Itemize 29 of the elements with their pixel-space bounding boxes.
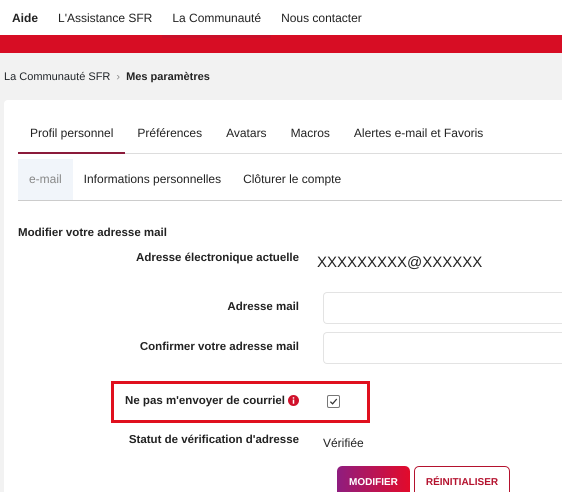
breadcrumb-link[interactable]: La Communauté SFR (4, 69, 110, 86)
modify-button[interactable]: MODIFIER (337, 466, 410, 492)
subtab[interactable]: Clôturer le compte (232, 158, 352, 200)
nav-link[interactable]: Aide (2, 0, 48, 35)
info-icon[interactable] (288, 395, 299, 406)
field-label: Confirmer votre adresse mail (140, 341, 299, 354)
checkbox[interactable] (327, 394, 340, 408)
tab[interactable]: Avatars (214, 118, 279, 152)
input-field[interactable] (323, 292, 562, 324)
reset-button[interactable]: RÉINITIALISER (414, 466, 510, 492)
nav-link[interactable]: La Communauté (162, 0, 272, 35)
subtab[interactable]: Informations personnelles (72, 158, 232, 200)
current-email: XXXXXXXXX@XXXXXX (317, 254, 482, 271)
tab[interactable]: Alertes e-mail et Favoris (342, 118, 496, 152)
field-label: Statut de vérification d'adresse (128, 434, 299, 446)
field-label: Adresse électronique actuelle (136, 252, 299, 264)
breadcrumb-current: Mes paramètres (126, 70, 210, 85)
field-label: Ne pas m'envoyer de courriel (125, 395, 285, 408)
nav-link[interactable]: L'Assistance SFR (48, 0, 162, 35)
tab[interactable]: Macros (278, 118, 342, 152)
breadcrumb-separator: › (116, 70, 120, 85)
section-title: Modifier votre adresse mail (18, 226, 168, 240)
checkmark-icon (329, 396, 338, 406)
field-label: Adresse mail (227, 301, 299, 314)
input-field[interactable] (323, 332, 562, 364)
tab[interactable]: Profil personnel (18, 118, 126, 154)
status-value: Vérifiée (323, 436, 364, 450)
nav-link[interactable]: Nous contacter (271, 0, 372, 35)
tab[interactable]: Préférences (125, 118, 214, 152)
